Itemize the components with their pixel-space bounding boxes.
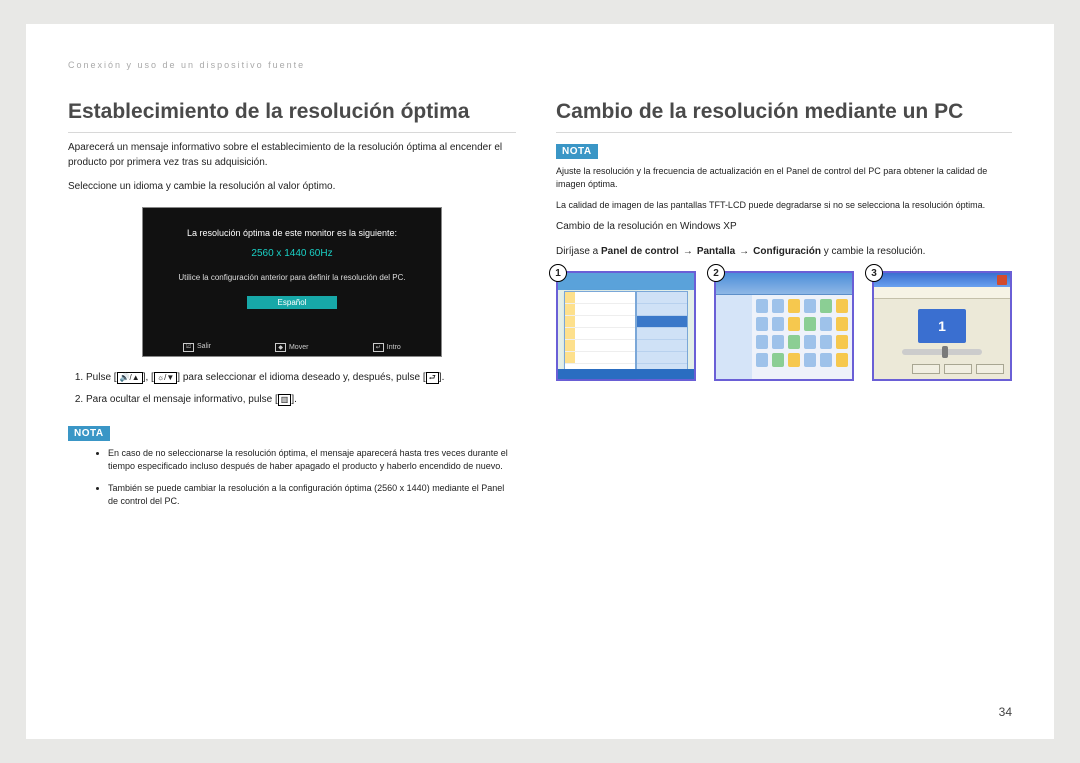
osd-title: La resolución óptima de este monitor es … [143,208,441,238]
right-heading: Cambio de la resolución mediante un PC [556,100,1012,124]
right-note-2: La calidad de imagen de las pantallas TF… [556,199,1012,212]
nav-config: Configuración [753,246,821,257]
nav-path: Diríjase a Panel de control → Pantalla → Con… [556,245,1012,260]
step1-text-b: ] para seleccionar el idioma deseado y, … [177,372,425,383]
thumbnail-start-menu: 1 [556,271,696,381]
enter-icon-inline: ⮐ [426,372,439,384]
left-note-1: En caso de no seleccionarse la resolució… [108,447,516,474]
exit-icon: ⎚ [183,343,194,352]
close-icon [997,275,1007,285]
osd-subtitle: Utilice la configuración anterior para d… [143,273,441,282]
menu-icon: ▥ [278,394,292,406]
nota-badge-left: NOTA [68,426,110,441]
nota-badge-right: NOTA [556,144,598,159]
divider [556,132,1012,133]
thumbnail-display-properties: 3 1 [872,271,1012,381]
left-column: Establecimiento de la resolución óptima … [68,100,516,517]
right-note-block: Ajuste la resolución y la frecuencia de … [556,165,1012,212]
right-column: Cambio de la resolución mediante un PC N… [556,100,1012,517]
arrow-icon: → [683,246,693,257]
step1-text-a: Pulse [ [86,372,117,383]
osd-enter-label: Intro [387,344,401,351]
osd-exit-label: Salir [197,343,211,350]
resolution-slider [902,349,982,355]
step2-text-b: ]. [291,394,297,405]
right-note-1: Ajuste la resolución y la frecuencia de … [556,165,1012,191]
osd-resolution: 2560 x 1440 60Hz [143,248,441,259]
move-icon: ◆ [275,343,286,352]
left-intro-1: Aparecerá un mensaje informativo sobre e… [68,141,516,170]
monitor-preview: 1 [918,309,966,343]
step-1: Pulse [🔊/▲], [☼/▼] para seleccionar el i… [86,371,516,386]
left-intro-2: Seleccione un idioma y cambie la resoluc… [68,180,516,195]
osd-move-label: Mover [289,344,308,351]
steps-list: Pulse [🔊/▲], [☼/▼] para seleccionar el i… [68,371,516,408]
thumb-number: 1 [549,264,567,282]
divider [68,132,516,133]
enter-icon: ↵ [373,343,384,352]
nav-post: y cambie la resolución. [821,246,926,257]
page-number: 34 [999,705,1012,719]
step2-text-a: Para ocultar el mensaje informativo, pul… [86,394,278,405]
manual-page: Conexión y uso de un dispositivo fuente … [26,24,1054,739]
bright-down-icon: ☼/▼ [154,372,177,384]
vol-up-icon: 🔊/▲ [117,372,143,384]
thumbnail-control-panel: 2 [714,271,854,381]
osd-screenshot: La resolución óptima de este monitor es … [142,207,442,357]
left-note-2: También se puede cambiar la resolución a… [108,482,516,509]
arrow-icon: → [739,246,749,257]
osd-language-selected: Español [247,296,337,309]
step-2: Para ocultar el mensaje informativo, pul… [86,393,516,408]
left-heading: Establecimiento de la resolución óptima [68,100,516,124]
osd-footer: ⎚Salir ◆Mover ↵Intro [143,343,441,352]
breadcrumb: Conexión y uso de un dispositivo fuente [68,60,1012,70]
step1-text-c: ]. [439,372,445,383]
nav-pre: Diríjase a [556,246,601,257]
nav-display: Pantalla [697,246,735,257]
nav-panel: Panel de control [601,246,679,257]
right-subtitle: Cambio de la resolución en Windows XP [556,220,1012,235]
left-note-list: En caso de no seleccionarse la resolució… [68,447,516,509]
thumbnails-row: 1 2 [556,271,1012,381]
